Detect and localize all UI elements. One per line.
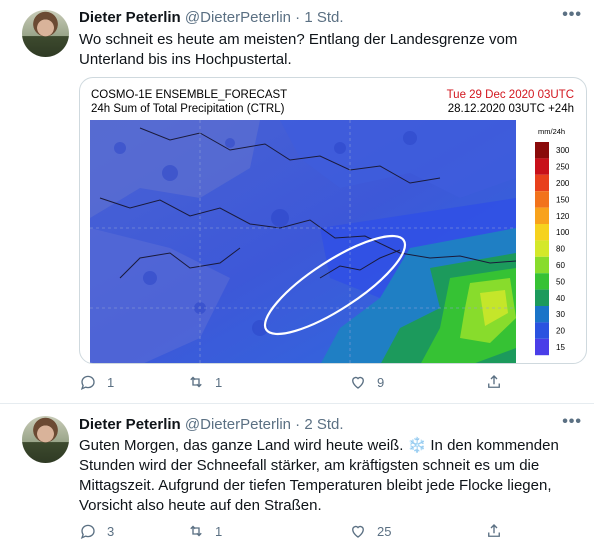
retweet-count: 1 bbox=[215, 374, 223, 390]
like-count: 25 bbox=[377, 523, 392, 539]
like-button[interactable]: 9 bbox=[349, 373, 384, 391]
tweet-header: Dieter Peterlin @DieterPeterlin · 2 Std. bbox=[79, 416, 344, 436]
legend-label: 40 bbox=[556, 294, 565, 303]
heart-icon bbox=[352, 376, 364, 389]
legend-swatch bbox=[535, 191, 549, 208]
reply-icon bbox=[80, 524, 95, 540]
legend-swatch bbox=[535, 158, 549, 175]
snowflake-icon: ❄️ bbox=[407, 437, 427, 454]
tweet[interactable]: Dieter Peterlin @DieterPeterlin · 1 Std.… bbox=[0, 0, 594, 403]
legend-swatch bbox=[535, 273, 549, 290]
author-name[interactable]: Dieter Peterlin bbox=[79, 416, 181, 433]
retweet-button[interactable]: 1 bbox=[187, 522, 222, 540]
retweet-button[interactable]: 1 bbox=[187, 373, 222, 391]
like-count: 9 bbox=[377, 374, 385, 390]
retweet-count: 1 bbox=[215, 523, 223, 539]
valid-date: Tue 29 Dec 2020 03UTC bbox=[446, 89, 574, 101]
avatar[interactable] bbox=[22, 416, 69, 463]
timestamp[interactable]: 2 Std. bbox=[304, 416, 343, 433]
more-icon[interactable]: ••• bbox=[562, 6, 582, 24]
share-button[interactable] bbox=[485, 373, 503, 391]
legend-label: 200 bbox=[556, 179, 570, 188]
legend-swatch bbox=[535, 306, 549, 323]
tweet-media-image[interactable]: mm/24h 300 250 200 150 120 100 80 60 50 40 30 20 15 C… bbox=[79, 77, 587, 364]
legend-label: 120 bbox=[556, 212, 570, 221]
legend-label: 30 bbox=[556, 310, 565, 319]
tweet-text: Guten Morgen, das ganze Land wird heute … bbox=[79, 436, 579, 516]
heart-icon bbox=[352, 525, 364, 538]
tweet-actions: 3 1 25 bbox=[79, 522, 509, 542]
legend-swatch bbox=[535, 240, 549, 257]
tweet[interactable]: Dieter Peterlin @DieterPeterlin · 2 Std.… bbox=[0, 403, 594, 554]
reply-count: 3 bbox=[107, 523, 115, 539]
author-name[interactable]: Dieter Peterlin bbox=[79, 9, 181, 26]
map-title: COSMO-1E ENSEMBLE_FORECAST 24h Sum of To… bbox=[91, 88, 287, 116]
legend-label: 50 bbox=[556, 277, 565, 286]
legend-swatch bbox=[535, 256, 549, 274]
legend-swatch bbox=[535, 174, 549, 192]
legend-swatch bbox=[535, 322, 549, 339]
reply-button[interactable]: 3 bbox=[79, 522, 114, 540]
legend-label: 100 bbox=[556, 228, 570, 237]
run-date: 28.12.2020 03UTC +24h bbox=[447, 103, 574, 115]
share-icon bbox=[488, 524, 500, 537]
tweet-header: Dieter Peterlin @DieterPeterlin · 1 Std. bbox=[79, 9, 344, 29]
share-button[interactable] bbox=[485, 522, 503, 540]
avatar[interactable] bbox=[22, 10, 69, 57]
share-icon bbox=[488, 375, 500, 388]
precipitation-map: mm/24h 300 250 200 150 120 100 80 60 50 40 30 20 15 bbox=[90, 120, 570, 363]
timestamp[interactable]: 1 Std. bbox=[304, 9, 343, 26]
separator-dot: · bbox=[295, 416, 301, 433]
legend-swatch bbox=[535, 289, 549, 306]
legend-label: 250 bbox=[556, 163, 570, 172]
tweet-text: Wo schneit es heute am meisten? Entlang … bbox=[79, 31, 518, 68]
map-title-line1: COSMO-1E ENSEMBLE_FORECAST bbox=[91, 89, 288, 101]
author-handle[interactable]: @DieterPeterlin bbox=[185, 9, 291, 26]
reply-count: 1 bbox=[107, 374, 115, 390]
map-title-line2: 24h Sum of Total Precipitation (CTRL) bbox=[91, 103, 285, 115]
color-legend: mm/24h 300 250 200 150 120 100 80 60 50 40 30 20 15 bbox=[535, 127, 570, 356]
legend-unit: mm/24h bbox=[538, 127, 565, 136]
reply-button[interactable]: 1 bbox=[79, 373, 114, 391]
legend-label: 20 bbox=[556, 327, 565, 336]
author-handle[interactable]: @DieterPeterlin bbox=[185, 416, 291, 433]
retweet-icon bbox=[190, 376, 202, 388]
tweet-actions: 1 1 9 bbox=[79, 373, 509, 393]
legend-swatch bbox=[535, 142, 549, 159]
legend-swatch bbox=[535, 224, 549, 241]
separator-dot: · bbox=[295, 9, 301, 26]
retweet-icon bbox=[190, 525, 202, 537]
tweet-text-part1: Guten Morgen, das ganze Land wird heute … bbox=[79, 437, 408, 454]
legend-label: 60 bbox=[556, 261, 565, 270]
legend-label: 15 bbox=[556, 343, 565, 352]
legend-label: 150 bbox=[556, 195, 570, 204]
map-date: Tue 29 Dec 2020 03UTC 28.12.2020 03UTC +… bbox=[447, 88, 574, 116]
legend-swatch bbox=[535, 338, 549, 356]
like-button[interactable]: 25 bbox=[349, 522, 391, 540]
legend-swatch bbox=[535, 207, 549, 224]
legend-label: 300 bbox=[556, 146, 570, 155]
more-icon[interactable]: ••• bbox=[562, 413, 582, 431]
reply-icon bbox=[80, 375, 95, 391]
legend-label: 80 bbox=[556, 245, 565, 254]
